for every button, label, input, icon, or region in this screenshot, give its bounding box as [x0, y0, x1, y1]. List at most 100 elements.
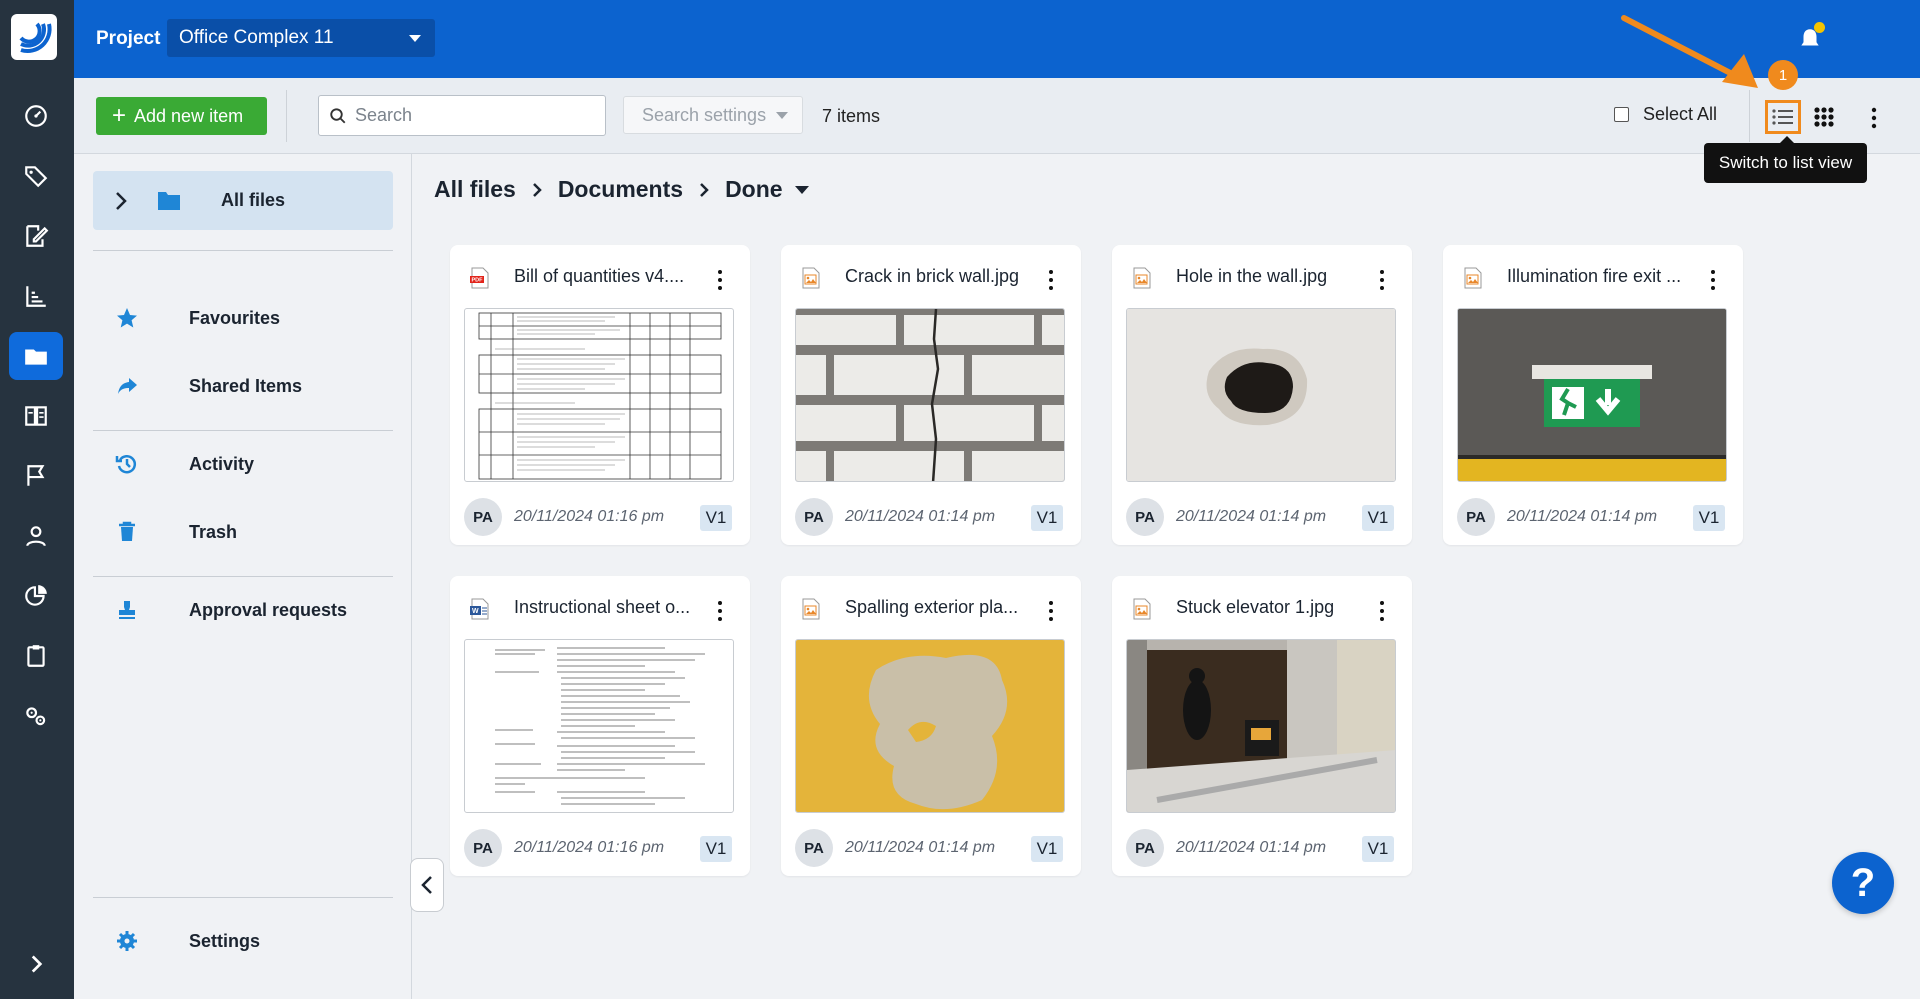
folder-icon — [158, 192, 180, 210]
sidebar-item-label: Activity — [189, 454, 255, 474]
avatar: PA — [464, 829, 502, 867]
rail-tags[interactable] — [9, 152, 63, 200]
sidebar-item-approval-requests[interactable]: Approval requests — [93, 588, 393, 632]
app-logo[interactable] — [11, 14, 57, 60]
avatar: PA — [1126, 829, 1164, 867]
expand-chevron-icon — [31, 955, 43, 973]
share-icon — [118, 378, 137, 394]
more-options-icon[interactable] — [1047, 269, 1055, 291]
chevron-down-icon[interactable] — [794, 185, 809, 194]
chevron-left-icon — [421, 876, 432, 894]
rail-dashboard[interactable] — [9, 92, 63, 140]
file-card[interactable]: Hole in the wall.jpg PA 20/11/2024 01:14… — [1112, 245, 1412, 545]
rail-forms[interactable] — [9, 212, 63, 260]
settings-gears-icon — [26, 707, 46, 726]
chevron-right-icon[interactable] — [115, 191, 127, 211]
breadcrumb-all-files[interactable]: All files — [434, 176, 516, 203]
more-options-icon[interactable] — [1869, 106, 1879, 130]
add-new-item-button[interactable]: + Add new item — [96, 97, 267, 135]
help-button[interactable]: ? — [1832, 852, 1894, 914]
file-title: Spalling exterior pla... — [845, 597, 1019, 617]
sidebar-item-activity[interactable]: Activity — [93, 442, 393, 486]
more-options-icon[interactable] — [1709, 269, 1717, 291]
image-file-icon — [802, 598, 820, 620]
sidebar-item-label: Approval requests — [189, 600, 348, 620]
document-thumbnail — [464, 639, 734, 813]
rail-analytics[interactable] — [9, 572, 63, 620]
avatar: PA — [1457, 498, 1495, 536]
dashboard-icon — [25, 105, 47, 127]
file-date: 20/11/2024 01:14 pm — [1176, 839, 1327, 856]
trash-icon — [119, 521, 135, 541]
version-badge[interactable]: V1 — [1362, 505, 1394, 531]
rail-reports[interactable] — [9, 272, 63, 320]
rail-files[interactable] — [9, 332, 63, 380]
sidebar-item-all-files[interactable]: All files — [93, 171, 393, 230]
project-selector[interactable]: Office Complex 11 — [167, 19, 435, 57]
rail-tasks[interactable] — [9, 632, 63, 680]
version-badge[interactable]: V1 — [700, 836, 732, 862]
grid-view-button[interactable] — [1806, 100, 1842, 134]
version-badge[interactable]: V1 — [700, 505, 732, 531]
star-icon — [117, 308, 137, 328]
sidebar-item-favourites[interactable]: Favourites — [93, 296, 393, 340]
version-badge[interactable]: V1 — [1362, 836, 1394, 862]
search-settings-label: Search settings — [642, 104, 767, 125]
image-thumbnail — [1126, 639, 1396, 813]
file-card[interactable]: Stuck elevator 1.jpg PA 20/11/2024 01:14… — [1112, 576, 1412, 876]
image-file-icon — [1464, 267, 1482, 289]
sidebar-item-shared[interactable]: Shared Items — [93, 364, 393, 408]
annotation-badge: 1 — [1768, 60, 1798, 90]
more-options-icon[interactable] — [716, 269, 724, 291]
file-card[interactable]: PDF Bill of quantities v4.... PA 20/11/2… — [450, 245, 750, 545]
list-view-button[interactable] — [1765, 100, 1801, 134]
tag-icon — [25, 166, 48, 188]
breadcrumb-done[interactable]: Done — [725, 176, 783, 203]
select-all-label: Select All — [1643, 104, 1718, 124]
version-badge[interactable]: V1 — [1031, 505, 1063, 531]
file-title: Stuck elevator 1.jpg — [1176, 597, 1335, 617]
rail-library[interactable] — [9, 392, 63, 440]
file-card[interactable]: W Instructional sheet o... PA 20/11/2024… — [450, 576, 750, 876]
avatar: PA — [1126, 498, 1164, 536]
collapse-sidebar-button[interactable] — [410, 858, 444, 912]
search-settings-dropdown[interactable]: Search settings — [623, 96, 803, 134]
divider — [93, 576, 393, 577]
rail-expand[interactable] — [9, 940, 63, 988]
sidebar-item-trash[interactable]: Trash — [93, 510, 393, 554]
sidebar-item-settings[interactable]: Settings — [93, 919, 393, 963]
breadcrumb-documents[interactable]: Documents — [558, 176, 683, 203]
file-card[interactable]: Spalling exterior pla... PA 20/11/2024 0… — [781, 576, 1081, 876]
more-options-icon[interactable] — [1378, 269, 1386, 291]
file-date: 20/11/2024 01:14 pm — [1507, 508, 1658, 525]
file-card[interactable]: Illumination fire exit ... PA 20/11/2024… — [1443, 245, 1743, 545]
document-thumbnail — [464, 308, 734, 482]
history-icon — [115, 455, 137, 474]
chevron-right-icon — [700, 182, 709, 197]
more-options-icon[interactable] — [1047, 600, 1055, 622]
rail-settings[interactable] — [9, 692, 63, 740]
more-options-icon[interactable] — [1378, 600, 1386, 622]
version-badge[interactable]: V1 — [1693, 505, 1725, 531]
divider — [93, 430, 393, 431]
select-all-checkbox[interactable]: Select All — [1614, 104, 1717, 125]
pie-chart-icon — [25, 585, 47, 606]
file-card[interactable]: Crack in brick wall.jpg PA 20/11/2024 01… — [781, 245, 1081, 545]
search-box[interactable] — [318, 95, 606, 136]
list-icon — [1772, 109, 1793, 125]
rail-issues[interactable] — [9, 452, 63, 500]
annotation-arrow — [1621, 15, 1758, 88]
word-file-icon: W — [470, 598, 489, 620]
file-date: 20/11/2024 01:14 pm — [845, 508, 996, 525]
rail-users[interactable] — [9, 512, 63, 560]
version-badge[interactable]: V1 — [1031, 836, 1063, 862]
grid-icon — [1814, 107, 1834, 127]
file-title: Hole in the wall.jpg — [1176, 266, 1328, 286]
breadcrumb: All files Documents Done — [434, 176, 809, 203]
notification-dot — [1814, 22, 1825, 33]
search-input[interactable] — [355, 105, 595, 126]
image-thumbnail — [1457, 308, 1727, 482]
more-options-icon[interactable] — [716, 600, 724, 622]
chevron-right-icon — [532, 182, 542, 197]
user-icon — [26, 526, 46, 547]
